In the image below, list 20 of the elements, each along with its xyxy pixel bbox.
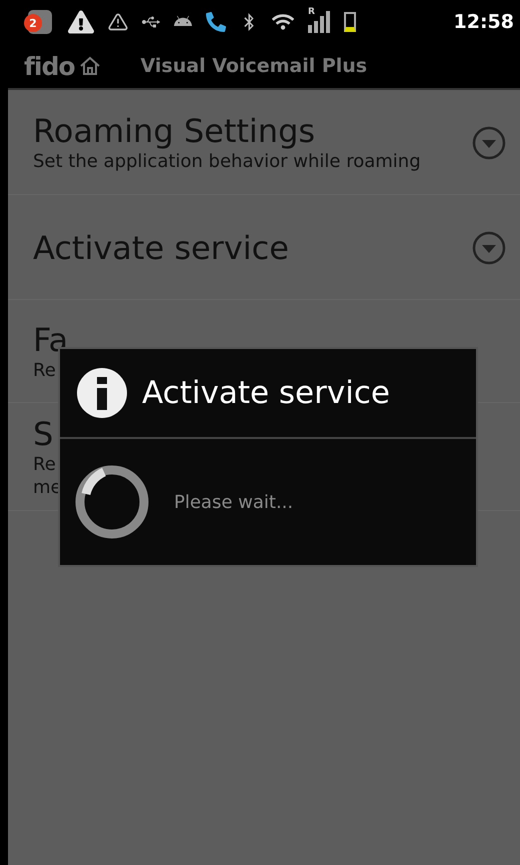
app-logo: fido: [24, 52, 75, 80]
dialog-message: Please wait...: [174, 492, 294, 512]
preference-item[interactable]: Activate service: [8, 195, 520, 300]
dialog-title: Activate service: [142, 375, 390, 411]
house-icon: [78, 56, 101, 76]
warning-icon: [108, 12, 128, 32]
expand-icon[interactable]: [472, 231, 506, 265]
preference-summary: Re: [33, 359, 56, 383]
preference-summary: Set the application behavior while roaming: [33, 150, 421, 174]
info-icon: [76, 367, 128, 419]
battery-icon: [344, 12, 356, 32]
warning-icon: [68, 9, 94, 35]
preference-title: S: [33, 415, 54, 453]
clock: 12:58: [454, 11, 514, 33]
phone-icon: [206, 12, 226, 32]
preference-title: Roaming Settings: [33, 112, 316, 150]
preference-title: Activate service: [33, 229, 289, 267]
preference-item[interactable]: Roaming Settings Set the application behavior while roaming: [8, 90, 520, 195]
expand-icon[interactable]: [472, 126, 506, 160]
app-title: Visual Voicemail Plus: [140, 55, 368, 77]
